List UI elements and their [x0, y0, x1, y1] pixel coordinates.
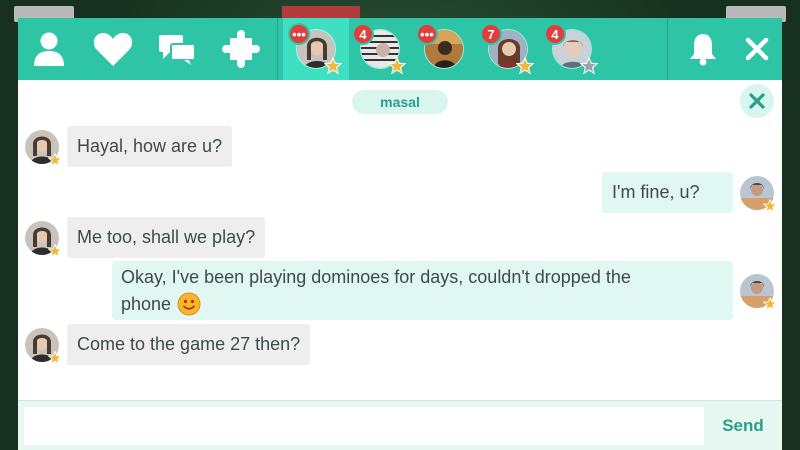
self-avatar[interactable]	[740, 176, 777, 213]
typing-badge: •••	[416, 23, 438, 45]
profile-icon[interactable]	[28, 28, 70, 70]
message-text: Okay, I've been playing dominoes for day…	[121, 266, 631, 287]
unread-count-badge: 4	[352, 23, 374, 45]
message-text: I'm fine, u?	[612, 182, 700, 202]
star-gold-icon	[48, 244, 62, 258]
close-chat-button[interactable]	[740, 84, 774, 118]
conversation-tab-4[interactable]: 7	[480, 23, 534, 75]
contact-avatar[interactable]	[25, 328, 62, 365]
header-divider	[277, 18, 278, 80]
contact-avatar[interactable]	[25, 130, 62, 167]
message-bubble-outgoing: Okay, I've been playing dominoes for day…	[112, 261, 733, 320]
star-gray-icon	[580, 57, 598, 75]
conversation-tab-3[interactable]: •••	[416, 23, 466, 71]
message-text: Come to the game 27 then?	[77, 334, 301, 354]
message-input[interactable]	[24, 407, 704, 445]
star-gold-icon	[324, 57, 342, 75]
header-divider	[667, 18, 668, 80]
message-text: Hayal, how are u?	[77, 136, 223, 156]
star-gold-icon	[763, 297, 777, 311]
typing-badge: •••	[288, 23, 310, 45]
contact-avatar[interactable]	[25, 221, 62, 258]
message-bubble-incoming: Come to the game 27 then?	[67, 324, 311, 365]
star-gold-icon	[516, 57, 534, 75]
chats-icon[interactable]	[156, 28, 198, 70]
message-composer: Send	[18, 400, 782, 450]
message-bubble-outgoing: I'm fine, u?	[602, 172, 733, 213]
smiley-emoji-icon	[177, 292, 201, 316]
star-gold-icon	[48, 153, 62, 167]
message-text: Me too, shall we play?	[77, 227, 256, 247]
conversation-tab-2[interactable]: 4	[352, 23, 406, 75]
self-avatar[interactable]	[740, 274, 777, 311]
chat-header: ••• 4 ••• 7 4	[18, 18, 782, 80]
send-button[interactable]: Send	[714, 407, 772, 445]
bell-icon[interactable]	[682, 28, 724, 70]
chat-panel: ••• 4 ••• 7 4 masal Hayal, how are u? I'…	[18, 18, 782, 450]
conversation-tab-1[interactable]: •••	[288, 23, 342, 75]
conversation-tab-5[interactable]: 4	[544, 23, 598, 75]
favorites-heart-icon[interactable]	[92, 28, 134, 70]
close-icon	[749, 93, 765, 109]
close-icon[interactable]	[736, 28, 778, 70]
star-gold-icon	[388, 57, 406, 75]
message-bubble-incoming: Me too, shall we play?	[67, 217, 266, 258]
puzzle-icon[interactable]	[220, 28, 262, 70]
message-text-continuation: phone	[121, 293, 172, 314]
star-gold-icon	[763, 199, 777, 213]
contact-name-pill: masal	[352, 90, 448, 114]
star-gold-icon	[48, 351, 62, 365]
message-bubble-incoming: Hayal, how are u?	[67, 126, 233, 167]
unread-count-badge: 7	[480, 23, 502, 45]
unread-count-badge: 4	[544, 23, 566, 45]
